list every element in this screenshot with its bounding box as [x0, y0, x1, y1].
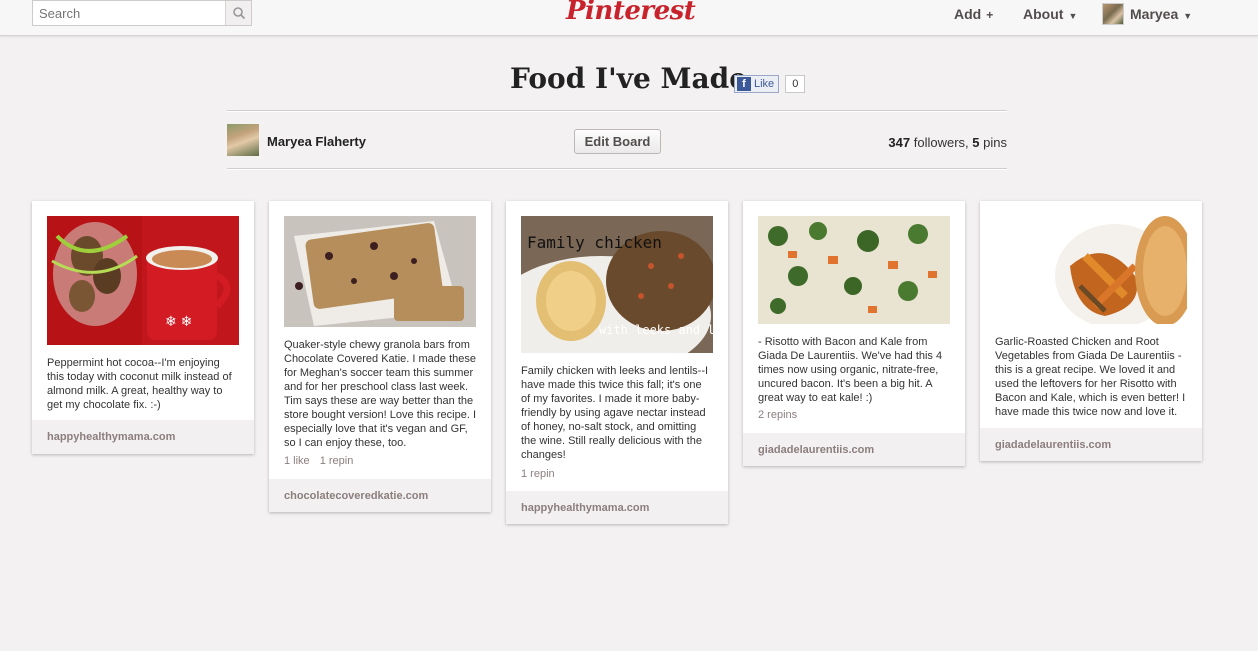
pin-card[interactable]: - Risotto with Bacon and Kale from Giada…	[743, 201, 965, 466]
pin-description: - Risotto with Bacon and Kale from Giada…	[758, 336, 943, 404]
followers-label: followers,	[913, 135, 969, 150]
pin-card[interactable]: Family chicken with leeks and lentils Fa…	[506, 201, 728, 524]
search-button[interactable]	[225, 1, 251, 25]
pin-repins[interactable]: 2 repins	[758, 409, 797, 421]
user-name-label: Maryea	[1130, 6, 1179, 22]
divider	[227, 110, 1007, 112]
pin-repins[interactable]: 1 repin	[521, 468, 555, 480]
pins-count: 5	[972, 135, 980, 150]
user-menu[interactable]: Maryea ▼	[1130, 6, 1192, 22]
plus-icon: +	[986, 8, 994, 22]
about-menu[interactable]: About ▼	[1023, 6, 1077, 22]
search-box	[32, 0, 252, 26]
divider	[227, 168, 1007, 170]
chevron-down-icon: ▼	[1068, 11, 1078, 21]
add-label: Add	[954, 6, 982, 22]
pin-source-link[interactable]: giadadelaurentiis.com	[980, 428, 1202, 461]
followers-count[interactable]: 347	[888, 135, 910, 150]
pin-description: Garlic-Roasted Chicken and Root Vegetabl…	[995, 336, 1186, 418]
add-menu[interactable]: Add +	[954, 6, 993, 22]
search-input[interactable]	[33, 1, 225, 25]
facebook-like-count: 0	[785, 75, 806, 93]
pin-description: Quaker-style chewy granola bars from Cho…	[284, 339, 477, 449]
top-navigation-bar: Pinterest Add + About ▼ Maryea ▼	[0, 0, 1258, 36]
about-label: About	[1023, 6, 1064, 22]
pinterest-logo[interactable]: Pinterest	[566, 0, 696, 26]
pin-card[interactable]: Quaker-style chewy granola bars from Cho…	[269, 201, 491, 512]
board-owner-name[interactable]: Maryea Flaherty	[267, 134, 366, 149]
board-title: Food I've Made	[510, 62, 748, 95]
pin-description: Peppermint hot cocoa--I'm enjoying this …	[47, 357, 232, 411]
pin-stats: 1 repin	[521, 468, 565, 480]
board-stats: 347 followers, 5 pins	[888, 135, 1007, 150]
pin-image[interactable]: Family chicken with leeks and lentils	[521, 216, 713, 353]
pins-label: pins	[983, 135, 1007, 150]
pin-card[interactable]: ❄ ❄ Peppermint hot cocoa--I'm enjoying t…	[32, 201, 254, 454]
chevron-down-icon: ▼	[1183, 11, 1193, 21]
edit-board-button[interactable]: Edit Board	[574, 129, 661, 154]
pin-image[interactable]	[284, 216, 476, 327]
pin-source-link[interactable]: chocolatecoveredkatie.com	[269, 479, 491, 512]
pin-image[interactable]: ❄ ❄	[47, 216, 239, 345]
pin-stats: 2 repins	[758, 409, 807, 421]
pin-source-link[interactable]: happyhealthymama.com	[506, 491, 728, 524]
pin-image-caption: with leeks and lentils	[599, 323, 713, 337]
board-owner-avatar[interactable]	[227, 124, 259, 156]
pin-image[interactable]	[758, 216, 950, 324]
pin-source-link[interactable]: happyhealthymama.com	[32, 420, 254, 454]
facebook-like-label: Like	[754, 78, 775, 90]
user-avatar[interactable]	[1102, 3, 1124, 25]
facebook-like-button[interactable]: f Like	[734, 75, 780, 93]
facebook-like-widget: f Like 0	[734, 75, 806, 93]
pin-card[interactable]: Garlic-Roasted Chicken and Root Vegetabl…	[980, 201, 1202, 461]
svg-text:❄ ❄: ❄ ❄	[165, 313, 192, 329]
pin-source-link[interactable]: giadadelaurentiis.com	[743, 433, 965, 466]
pin-image[interactable]	[995, 216, 1187, 324]
pin-image-caption: Family chicken	[527, 233, 662, 252]
pin-description: Family chicken with leeks and lentils--I…	[521, 365, 709, 461]
pin-stats: 1 like 1 repin	[284, 455, 363, 467]
pin-repins[interactable]: 1 repin	[320, 455, 354, 467]
facebook-icon: f	[737, 77, 751, 91]
pin-likes[interactable]: 1 like	[284, 455, 310, 467]
search-icon	[233, 7, 246, 20]
